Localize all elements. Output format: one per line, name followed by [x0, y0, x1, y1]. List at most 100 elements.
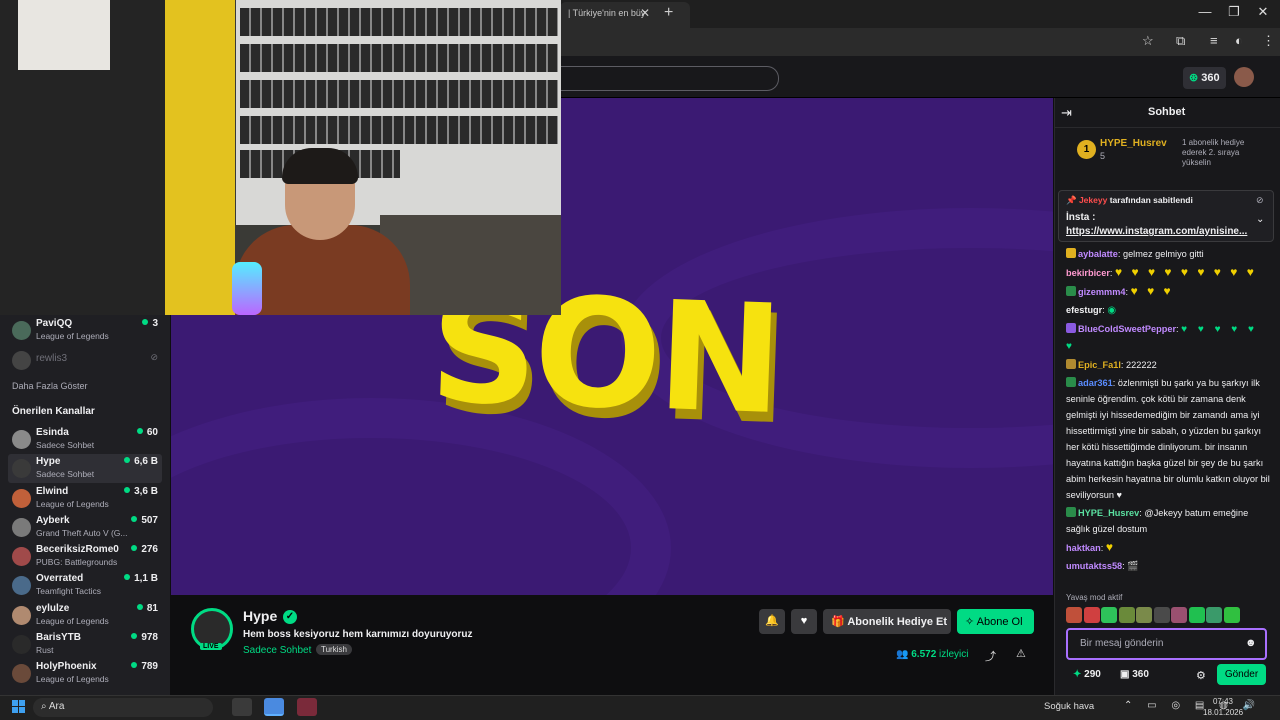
sidebar-channel-barisytb[interactable]: BarisYTB Rust 978 — [8, 630, 162, 659]
viewer-count: 60 — [137, 427, 158, 438]
channel-game: Rust — [36, 645, 54, 655]
extensions-icon[interactable]: ⧉ — [1176, 33, 1185, 49]
emote-icon[interactable] — [1153, 607, 1170, 623]
chat-username[interactable]: Epic_Fa1l — [1078, 360, 1121, 370]
emote-icon[interactable] — [1223, 607, 1240, 623]
chat-username[interactable]: BlueColdSweetPepper — [1078, 324, 1176, 334]
sidebar-channel-overrated[interactable]: Overrated Teamfight Tactics 1,1 B — [8, 571, 162, 600]
emote-icon[interactable] — [1206, 607, 1222, 623]
viewer-count: 6,6 B — [124, 456, 158, 467]
points-icon: ⊛ — [1189, 72, 1199, 84]
taskbar-clock[interactable]: 07:43 18.01.2026 — [1203, 696, 1243, 718]
search-icon: ⌕ — [41, 701, 47, 712]
chat-emotes: ♥ ♥ ♥ — [1130, 284, 1174, 298]
channel-points-pill[interactable]: ⊛ 360 — [1183, 67, 1226, 89]
emote-icon[interactable] — [1118, 607, 1135, 623]
sidebar-channel-esinda[interactable]: Esinda Sadece Sohbet 60 — [8, 425, 162, 454]
language-tag[interactable]: Turkish — [316, 644, 352, 655]
follow-heart-button[interactable]: ♥ — [791, 609, 817, 634]
star-icon[interactable]: ☆ — [1142, 33, 1154, 49]
stream-category-link[interactable]: Sadece Sohbet — [243, 645, 311, 656]
viewer-count: 6.572 — [911, 649, 937, 660]
sparkle-icon: ✧ — [965, 616, 975, 628]
pinned-link[interactable]: https://www.instagram.com/aynisine... — [1066, 226, 1247, 237]
chat-points-value: 290 — [1084, 669, 1101, 680]
profile-icon[interactable]: ◐ — [1235, 33, 1243, 48]
leaderboard-note: 1 abonelik hediye ederek 2. sıraya yükse… — [1182, 138, 1245, 167]
viewer-count: 81 — [137, 603, 158, 614]
report-icon[interactable]: ⚠ — [1016, 647, 1026, 660]
chat-input-placeholder: Bir mesaj gönderin — [1080, 638, 1164, 649]
gift-subscription-button[interactable]: 🎁 Abonelik Hediye Et — [823, 609, 951, 634]
windows-start-icon[interactable] — [12, 700, 26, 714]
webcam-shelf-row — [240, 116, 558, 144]
emote-icon[interactable] — [1083, 607, 1100, 623]
sidebar-channel-elwind[interactable]: Elwind League of Legends 3,6 B — [8, 484, 162, 513]
taskbar-app-icon[interactable] — [297, 698, 317, 716]
sidebar-channel-hype[interactable]: Hype Sadece Sohbet 6,6 B — [8, 454, 162, 483]
emote-picker-icon[interactable]: ☻ — [1245, 637, 1257, 649]
sidebar-channel-beceriksizrome0[interactable]: BeceriksizRome0 PUBG: Battlegrounds 276 — [8, 542, 162, 571]
channel-game: League of Legends — [36, 499, 109, 509]
viewers-icon: 👥 — [896, 649, 909, 660]
avatar — [12, 518, 31, 537]
avatar — [12, 606, 31, 625]
sidebar-channel-rewlis3[interactable]: rewlis3 ⊘ — [8, 346, 162, 375]
chevron-down-icon[interactable]: ⌄ — [1256, 214, 1264, 225]
emote-icon[interactable] — [1136, 607, 1152, 623]
chat-username[interactable]: aybalatte — [1078, 249, 1118, 259]
chat-username[interactable]: adar361 — [1078, 378, 1113, 388]
chrome-taskbar-icon[interactable] — [264, 698, 284, 716]
emote-icon[interactable] — [1066, 607, 1082, 623]
webcam-microphone — [232, 262, 262, 315]
chat-username[interactable]: haktkan — [1066, 543, 1101, 553]
chat-username[interactable]: bekirbicer — [1066, 268, 1110, 278]
emote-icon[interactable] — [1188, 607, 1205, 623]
chat-message: bekirbicer: ♥ ♥ ♥ ♥ ♥ ♥ ♥ ♥ ♥ — [1066, 265, 1257, 279]
chat-username[interactable]: umutaktss58 — [1066, 561, 1122, 571]
webcam-shelf-row — [240, 80, 558, 108]
chat-title: Sohbet — [1148, 106, 1186, 118]
chat-username[interactable]: efestugr — [1066, 305, 1102, 315]
new-tab-button[interactable]: + — [664, 4, 673, 22]
hide-pin-icon[interactable]: ⊘ — [1256, 195, 1264, 206]
close-window-icon[interactable]: ✕ — [1253, 4, 1273, 20]
playlist-icon[interactable]: ≡ — [1210, 33, 1218, 48]
restore-window-icon[interactable]: ❐ — [1224, 4, 1244, 20]
chat-username[interactable]: gizemmm4 — [1078, 287, 1126, 297]
sidebar-channel-paviqq[interactable]: PaviQQ League of Legends 3 — [8, 316, 162, 345]
rank-badge: 1 — [1077, 140, 1096, 159]
taskbar-search[interactable]: ⌕ Ara — [33, 698, 213, 717]
notification-bell-button[interactable]: 🔔 — [759, 609, 785, 634]
subscribe-button[interactable]: ✧ Abone Ol — [957, 609, 1034, 634]
show-more-link[interactable]: Daha Fazla Göster — [12, 381, 88, 391]
clock-time: 07:43 — [1212, 697, 1234, 706]
share-icon[interactable]: ⤴ — [985, 648, 996, 664]
chat-message: aybalatte: gelmez gelmiyo gitti — [1066, 246, 1270, 262]
minimize-window-icon[interactable]: — — [1195, 4, 1215, 19]
close-tab-icon[interactable]: ✕ — [640, 6, 650, 20]
collapse-chat-icon[interactable]: ⇥ — [1061, 105, 1072, 121]
taskbar-app-icon[interactable] — [232, 698, 252, 716]
menu-icon[interactable]: ⋮ — [1262, 33, 1275, 49]
chat-message: umutaktss58: 🎬 — [1066, 561, 1139, 571]
viewer-count: 1,1 B — [124, 573, 158, 584]
sidebar-channel-holyphoenix[interactable]: HolyPhoenix League of Legends 789 — [8, 659, 162, 688]
streamer-name[interactable]: Hype — [243, 608, 277, 624]
chat-gift-count[interactable]: ▣ 360 — [1120, 669, 1149, 680]
weather-widget[interactable]: Soğuk hava — [1044, 701, 1094, 712]
gear-icon[interactable]: ⚙ — [1196, 669, 1206, 682]
avatar[interactable] — [1234, 67, 1254, 87]
chat-emotes: ◉ — [1107, 305, 1121, 316]
emote-icon[interactable] — [1171, 607, 1187, 623]
send-button[interactable]: Gönder — [1217, 664, 1266, 685]
emote-icon[interactable] — [1101, 607, 1117, 623]
channel-game: League of Legends — [36, 616, 109, 626]
sidebar-channel-ayberk[interactable]: Ayberk Grand Theft Auto V (G... 507 — [8, 513, 162, 542]
chat-points[interactable]: ✦ 290 — [1073, 669, 1101, 680]
chat-username[interactable]: HYPE_Husrev — [1078, 508, 1139, 518]
search-input[interactable] — [560, 66, 779, 91]
sidebar-channel-eylulze[interactable]: eylulze League of Legends 81 — [8, 601, 162, 630]
badge-icon — [1066, 377, 1076, 387]
verified-icon: ✓ — [283, 610, 297, 624]
